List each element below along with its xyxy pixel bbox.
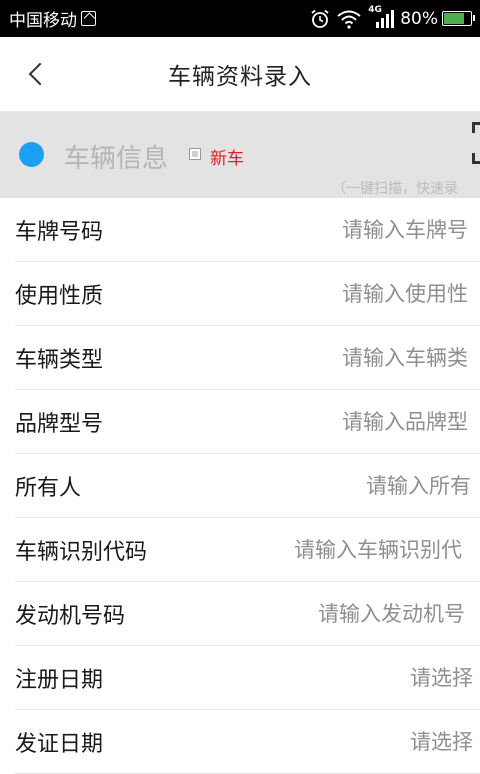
vehicle-info-header: 车辆信息 新车 （一键扫描，快速录 (0, 112, 480, 198)
battery-percent: 80% (400, 8, 438, 29)
new-car-label: 新车 (210, 149, 244, 169)
vehicle-type-input[interactable]: 请输入车辆类 (342, 342, 468, 372)
picture-icon (81, 11, 96, 26)
section-dot-icon (19, 142, 44, 167)
section-title: 车辆信息 (64, 144, 169, 174)
form-row-plate-number: 车牌号码 请输入车牌号 (15, 198, 480, 262)
form-row-owner: 所有人 请输入所有 (15, 454, 480, 518)
form-row-brand-model: 品牌型号 请输入品牌型 (15, 390, 480, 454)
battery-icon (442, 11, 475, 26)
field-label: 所有人 (15, 476, 82, 501)
nav-bar: 车辆资料录入 (0, 37, 480, 112)
use-nature-input[interactable]: 请输入使用性 (342, 278, 468, 308)
signal-icon: 4G (368, 5, 395, 29)
chevron-left-icon[interactable] (22, 59, 52, 89)
form-row-vehicle-type: 车辆类型 请输入车辆类 (15, 326, 480, 390)
form-row-use-nature: 使用性质 请输入使用性 (15, 262, 480, 326)
brand-model-input[interactable]: 请输入品牌型 (342, 406, 468, 436)
register-date-select[interactable]: 请选择 (410, 662, 473, 692)
form-row-issue-date: 发证日期 请选择 (15, 710, 480, 774)
carrier-name: 中国移动 (9, 11, 77, 31)
field-label: 车牌号码 (15, 220, 104, 245)
plate-number-input[interactable]: 请输入车牌号 (342, 214, 468, 244)
page-title: 车辆资料录入 (168, 64, 312, 90)
field-label: 车辆识别代码 (15, 540, 148, 565)
status-bar: 中国移动 4G 80% (0, 0, 480, 37)
engine-number-input[interactable]: 请输入发动机号 (318, 598, 465, 628)
new-car-checkbox[interactable] (189, 148, 201, 160)
field-label: 使用性质 (15, 284, 104, 309)
issue-date-select[interactable]: 请选择 (410, 726, 473, 756)
vin-input[interactable]: 请输入车辆识别代 (294, 534, 462, 564)
owner-input[interactable]: 请输入所有 (366, 470, 471, 500)
form-row-engine-number: 发动机号码 请输入发动机号 (15, 582, 480, 646)
wifi-icon (336, 9, 362, 29)
field-label: 注册日期 (15, 668, 104, 693)
network-type-badge: 4G (368, 4, 382, 15)
scan-hint: （一键扫描，快速录 (332, 181, 458, 197)
field-label: 车辆类型 (15, 348, 104, 373)
field-label: 发动机号码 (15, 604, 126, 629)
field-label: 发证日期 (15, 732, 104, 757)
scan-icon[interactable] (470, 122, 480, 164)
field-label: 品牌型号 (15, 412, 104, 437)
alarm-icon (310, 9, 330, 29)
form-row-vin: 车辆识别代码 请输入车辆识别代 (15, 518, 480, 582)
vehicle-form: 车牌号码 请输入车牌号 使用性质 请输入使用性 车辆类型 请输入车辆类 品牌型号… (0, 198, 480, 774)
form-row-register-date: 注册日期 请选择 (15, 646, 480, 710)
